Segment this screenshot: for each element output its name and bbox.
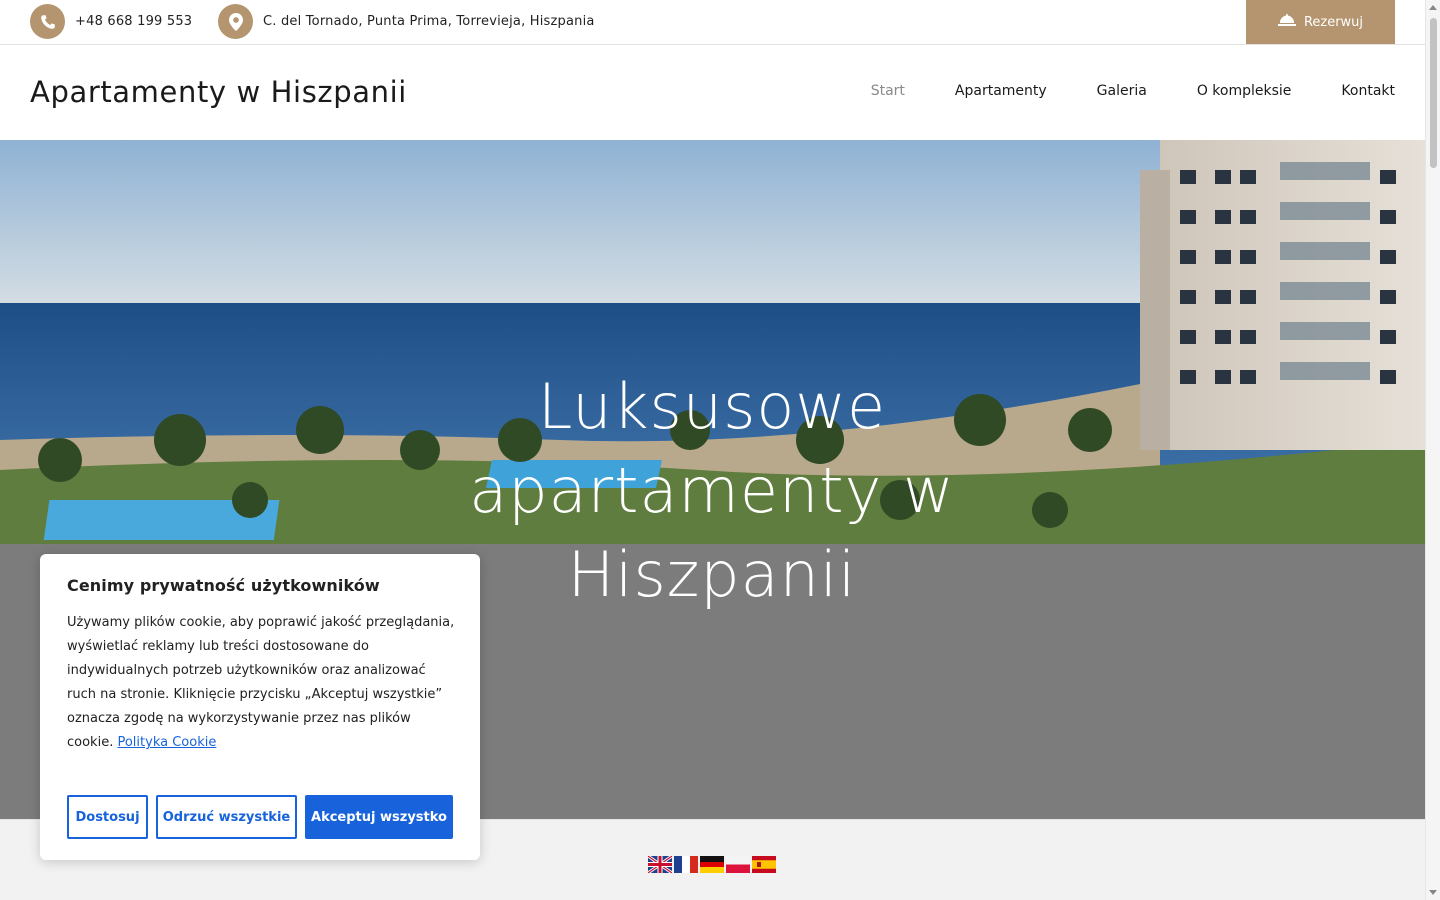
reject-all-button[interactable]: Odrzuć wszystkie bbox=[156, 795, 297, 839]
phone-icon bbox=[30, 4, 65, 39]
nav-o-kompleksie[interactable]: O kompleksie bbox=[1197, 83, 1292, 99]
flag-fr-icon[interactable] bbox=[674, 856, 698, 873]
flag-en-icon[interactable] bbox=[648, 856, 672, 873]
cookie-buttons: Dostosuj Odrzuć wszystkie Akceptuj wszys… bbox=[67, 795, 453, 839]
reserve-label: Rezerwuj bbox=[1303, 14, 1364, 30]
main-nav: Start Apartamenty Galeria O kompleksie K… bbox=[871, 83, 1395, 99]
nav-start[interactable]: Start bbox=[871, 83, 905, 99]
page-scrollbar[interactable] bbox=[1425, 0, 1440, 900]
accept-all-button[interactable]: Akceptuj wszystko bbox=[305, 795, 453, 839]
bell-icon bbox=[1277, 13, 1296, 31]
customize-button[interactable]: Dostosuj bbox=[67, 795, 148, 839]
hero-title: Luksusowe apartamenty w Hiszpanii bbox=[412, 365, 1012, 617]
scroll-thumb[interactable] bbox=[1430, 18, 1437, 168]
hero-title-line-1: Luksusowe bbox=[537, 370, 887, 443]
address-text: C. del Tornado, Punta Prima, Torrevieja,… bbox=[263, 14, 595, 29]
nav-apartamenty[interactable]: Apartamenty bbox=[955, 83, 1047, 99]
cookie-consent-dialog: Cenimy prywatność użytkowników Używamy p… bbox=[40, 554, 480, 860]
phone-contact[interactable]: +48 668 199 553 bbox=[30, 4, 192, 39]
phone-number: +48 668 199 553 bbox=[75, 14, 193, 29]
cookie-policy-link[interactable]: Polityka Cookie bbox=[117, 735, 216, 750]
flag-es-icon[interactable] bbox=[752, 856, 776, 873]
cookie-description: Używamy plików cookie, aby poprawić jako… bbox=[67, 611, 457, 755]
top-bar: +48 668 199 553 C. del Tornado, Punta Pr… bbox=[0, 0, 1425, 45]
site-title[interactable]: Apartamenty w Hiszpanii bbox=[30, 75, 407, 109]
scroll-up-arrow-icon[interactable] bbox=[1429, 5, 1437, 10]
cookie-title: Cenimy prywatność użytkowników bbox=[67, 576, 380, 595]
hero-title-line-3: Hiszpanii bbox=[567, 538, 857, 611]
address-contact: C. del Tornado, Punta Prima, Torrevieja,… bbox=[218, 4, 595, 39]
nav-galeria[interactable]: Galeria bbox=[1097, 83, 1147, 99]
flag-de-icon[interactable] bbox=[700, 856, 724, 873]
hero-title-line-2: apartamenty w bbox=[469, 454, 955, 527]
site-header: Apartamenty w Hiszpanii Start Apartament… bbox=[0, 45, 1425, 140]
reserve-button[interactable]: Rezerwuj bbox=[1246, 0, 1395, 44]
map-marker-icon bbox=[218, 4, 253, 39]
language-switcher bbox=[648, 856, 776, 873]
nav-kontakt[interactable]: Kontakt bbox=[1341, 83, 1395, 99]
scroll-down-arrow-icon[interactable] bbox=[1429, 890, 1437, 895]
cookie-text: Używamy plików cookie, aby poprawić jako… bbox=[67, 615, 455, 750]
flag-pl-icon[interactable] bbox=[726, 856, 750, 873]
